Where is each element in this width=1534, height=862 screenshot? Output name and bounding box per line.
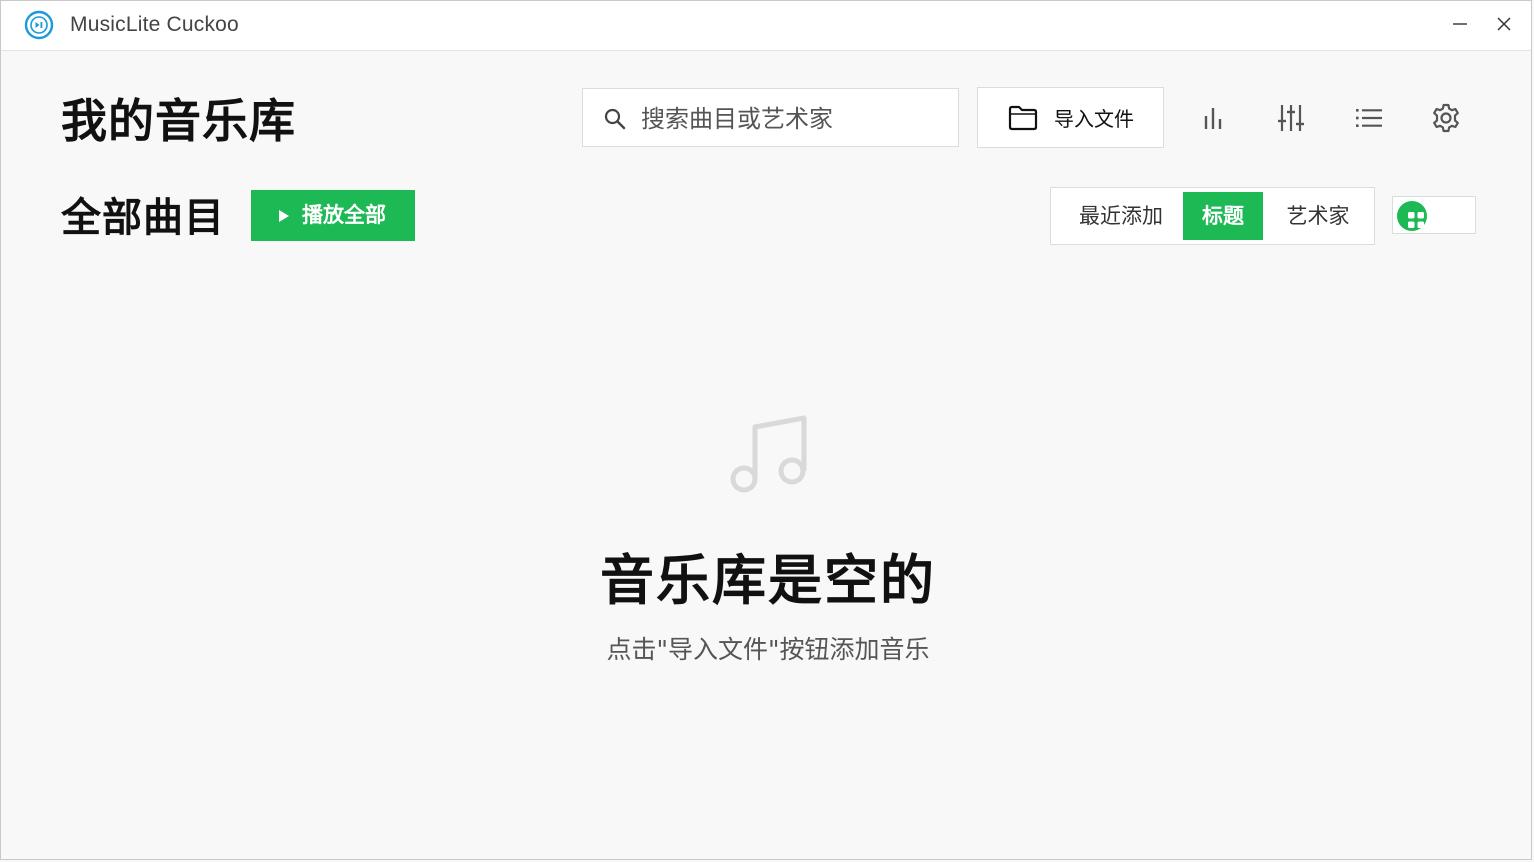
settings-icon[interactable]: [1430, 102, 1462, 134]
play-icon: [279, 210, 289, 222]
app-window: MusicLite Cuckoo 我的音乐库 导入文件: [0, 0, 1532, 860]
app-logo-icon: [24, 10, 54, 40]
sort-tab-title[interactable]: 标题: [1183, 192, 1263, 240]
search-box[interactable]: [582, 88, 959, 147]
grid-icon: [1408, 212, 1424, 228]
search-input[interactable]: [639, 99, 943, 139]
import-files-label: 导入文件: [1054, 107, 1134, 131]
empty-state-subtitle: 点击"导入文件"按钮添加音乐: [606, 635, 930, 664]
section-title: 全部曲目: [61, 195, 225, 241]
minimize-icon[interactable]: [1448, 13, 1472, 37]
grid-view-toggle[interactable]: [1392, 196, 1476, 234]
page-title: 我的音乐库: [61, 94, 296, 148]
sort-tab-recent[interactable]: 最近添加: [1059, 192, 1183, 240]
title-bar: MusicLite Cuckoo: [1, 1, 1531, 51]
close-icon[interactable]: [1492, 13, 1516, 37]
music-note-icon: [730, 415, 807, 493]
equalizer-icon[interactable]: [1275, 102, 1307, 134]
search-icon: [604, 108, 626, 130]
sort-tab-artist[interactable]: 艺术家: [1263, 192, 1373, 240]
folder-icon: [1008, 105, 1038, 131]
empty-state-title: 音乐库是空的: [600, 549, 936, 612]
list-icon[interactable]: [1353, 102, 1385, 134]
toggle-knob: [1397, 201, 1427, 231]
stats-icon[interactable]: [1197, 102, 1229, 134]
play-all-label: 播放全部: [302, 203, 386, 227]
window-title: MusicLite Cuckoo: [70, 13, 239, 36]
sort-tabs: 最近添加 标题 艺术家: [1050, 187, 1375, 245]
import-files-button[interactable]: 导入文件: [977, 87, 1164, 148]
play-all-button[interactable]: 播放全部: [251, 190, 415, 241]
